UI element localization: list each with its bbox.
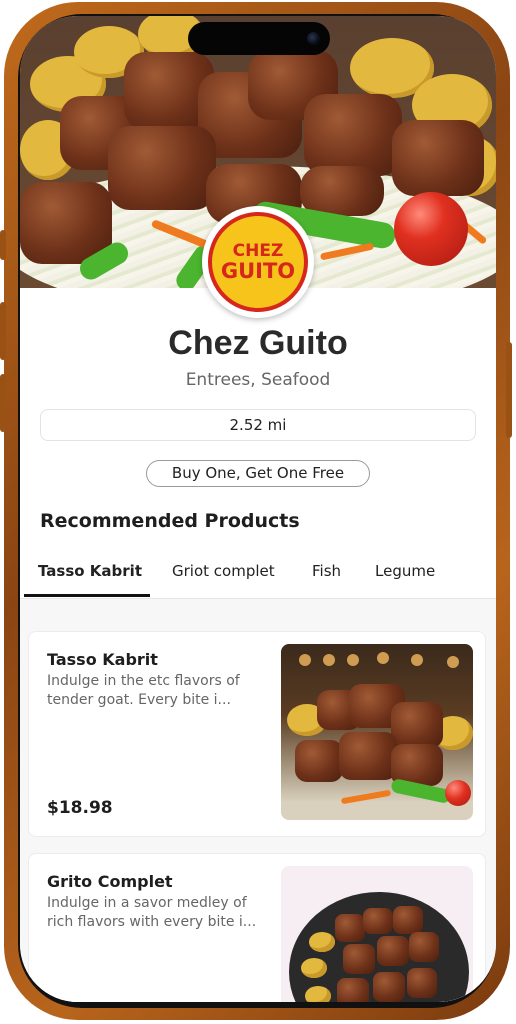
product-price: $18.98	[47, 798, 113, 818]
bokeh-light	[347, 654, 359, 666]
fried-meat	[363, 908, 393, 934]
product-description-line: tender goat. Every bite i...	[47, 692, 231, 708]
fried-meat	[343, 944, 375, 974]
fried-meat	[335, 914, 365, 942]
side-button-volume-up	[0, 302, 6, 360]
product-card[interactable]: Tasso Kabrit Indulge in the etc flavors …	[28, 631, 486, 837]
plantain-slice	[309, 932, 335, 952]
fried-meat	[108, 126, 216, 210]
bowl	[289, 892, 469, 1002]
bokeh-light	[411, 654, 423, 666]
product-description: Indulge in a savor medley of rich flavor…	[47, 894, 263, 932]
side-button-action	[0, 230, 6, 260]
product-name: Tasso Kabrit	[47, 650, 158, 669]
restaurant-logo: CHEZ GUITO	[202, 206, 314, 318]
tab-tasso-kabrit[interactable]: Tasso Kabrit	[38, 562, 142, 580]
tab-griot-complet[interactable]: Griot complet	[172, 562, 275, 580]
product-name: Grito Complet	[47, 872, 173, 891]
tab-legume[interactable]: Legume	[375, 562, 435, 580]
fried-meat	[337, 978, 369, 1002]
product-image	[281, 644, 473, 820]
product-list: Tasso Kabrit Indulge in the etc flavors …	[20, 599, 496, 1002]
restaurant-categories: Entrees, Seafood	[185, 370, 331, 390]
category-tabs: Tasso Kabrit Griot complet Fish Legume	[20, 552, 496, 599]
fried-meat	[373, 972, 405, 1002]
dynamic-island	[188, 22, 330, 55]
fried-meat	[392, 120, 484, 196]
section-title: Recommended Products	[40, 510, 300, 532]
bokeh-light	[323, 654, 335, 666]
product-description-line: rich flavors with every bite i...	[47, 914, 257, 930]
fried-meat	[407, 968, 437, 998]
plantain-slice	[305, 986, 331, 1002]
carrot-strip	[340, 789, 392, 805]
side-button-volume-down	[0, 374, 6, 432]
fried-meat	[409, 932, 439, 962]
logo-text-bottom: GUITO	[220, 259, 296, 283]
logo-text-top: CHEZ	[232, 241, 284, 261]
app-screen: CHEZ GUITO Chez Guito Entrees, Seafood 2…	[20, 16, 496, 1002]
tab-fish[interactable]: Fish	[312, 562, 341, 580]
fried-meat	[377, 936, 409, 966]
bokeh-light	[299, 654, 311, 666]
bokeh-light	[377, 652, 389, 664]
fried-meat	[339, 732, 397, 780]
cherry-tomato	[445, 780, 471, 806]
product-card[interactable]: Grito Complet Indulge in a savor medley …	[28, 853, 486, 1002]
active-tab-indicator	[24, 594, 150, 597]
distance-badge: 2.52 mi	[40, 409, 476, 441]
fried-meat	[304, 94, 402, 176]
camera-icon	[307, 32, 320, 45]
product-description: Indulge in the etc flavors of tender goa…	[47, 672, 263, 710]
side-button-power	[506, 342, 512, 438]
product-description-line: Indulge in a savor medley of	[47, 895, 247, 911]
fried-meat	[295, 740, 343, 782]
restaurant-name: Chez Guito	[168, 324, 348, 362]
product-image	[281, 866, 473, 1002]
fried-meat	[300, 166, 384, 216]
product-description-line: Indulge in the etc flavors of	[47, 673, 240, 689]
cherry-tomato	[394, 192, 468, 266]
bokeh-light	[447, 656, 459, 668]
plantain-slice	[301, 958, 327, 978]
fried-meat	[391, 702, 443, 748]
fried-meat	[393, 906, 423, 934]
promo-button[interactable]: Buy One, Get One Free	[146, 460, 370, 487]
